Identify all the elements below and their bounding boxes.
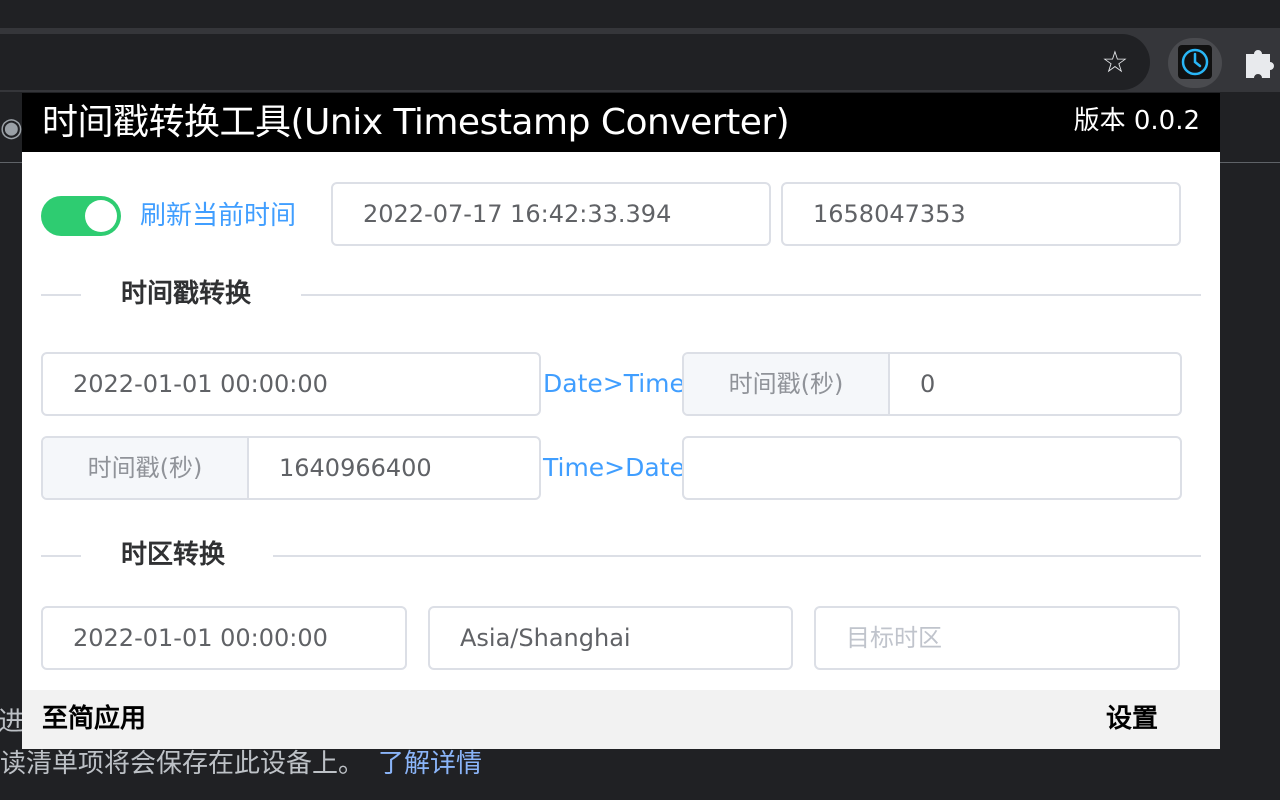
toggle-knob [85,200,117,232]
refresh-toggle[interactable] [41,196,121,236]
timestamp-input-group: 时间戳(秒) 1640966400 [41,436,541,500]
time-to-date-button[interactable]: Time>Date [543,450,685,486]
browser-tab-strip [0,0,1280,28]
date-input[interactable]: 2022-01-01 00:00:00 [41,352,541,416]
address-bar[interactable] [0,34,1150,90]
extension-popup: 时间戳转换工具(Unix Timestamp Converter) 版本 0.0… [22,93,1220,749]
section-divider [41,555,81,557]
date-to-time-button[interactable]: Date>Time [543,366,685,402]
current-datetime-field[interactable]: 2022-07-17 16:42:33.394 [331,182,771,246]
puzzle-icon[interactable] [1238,42,1278,84]
target-timezone-select[interactable]: 目标时区 [814,606,1180,670]
settings-link[interactable]: 设置 [1106,700,1158,738]
section-divider [301,294,1201,296]
background-text: 进 [0,707,25,737]
star-icon[interactable]: ☆ [1096,44,1134,82]
background-text: 读清单项将会保存在此设备上。 了解详情 [0,744,482,784]
section-divider [41,294,81,296]
version-label: 版本 0.0.2 [1073,106,1200,136]
app-link[interactable]: 至简应用 [42,700,146,738]
globe-icon: ◉ [0,113,23,143]
timestamp-extension-button[interactable] [1168,38,1222,88]
section-title-timezone: 时区转换 [121,540,226,570]
current-timestamp-field[interactable]: 1658047353 [781,182,1181,246]
section-divider [273,555,1201,557]
timestamp-result-group: 时间戳(秒) 0 [682,352,1182,416]
timestamp-result-prepend: 时间戳(秒) [684,354,890,414]
timezone-datetime-input[interactable]: 2022-01-01 00:00:00 [41,606,407,670]
source-timezone-select[interactable]: Asia/Shanghai [428,606,793,670]
page-title: 时间戳转换工具(Unix Timestamp Converter) [42,102,790,143]
section-title-timestamp: 时间戳转换 [121,279,252,309]
popup-header: 时间戳转换工具(Unix Timestamp Converter) 版本 0.0… [22,93,1220,152]
learn-more-link[interactable]: 了解详情 [378,749,482,779]
popup-footer: 至简应用 设置 [22,690,1220,749]
timestamp-input[interactable]: 1640966400 [279,438,432,498]
clock-icon [1178,45,1212,79]
timestamp-input-prepend: 时间戳(秒) [43,438,249,498]
timestamp-result-field[interactable]: 0 [920,354,935,414]
date-result-field[interactable] [682,436,1182,500]
background-message: 读清单项将会保存在此设备上。 [0,749,365,779]
refresh-label[interactable]: 刷新当前时间 [140,195,296,237]
